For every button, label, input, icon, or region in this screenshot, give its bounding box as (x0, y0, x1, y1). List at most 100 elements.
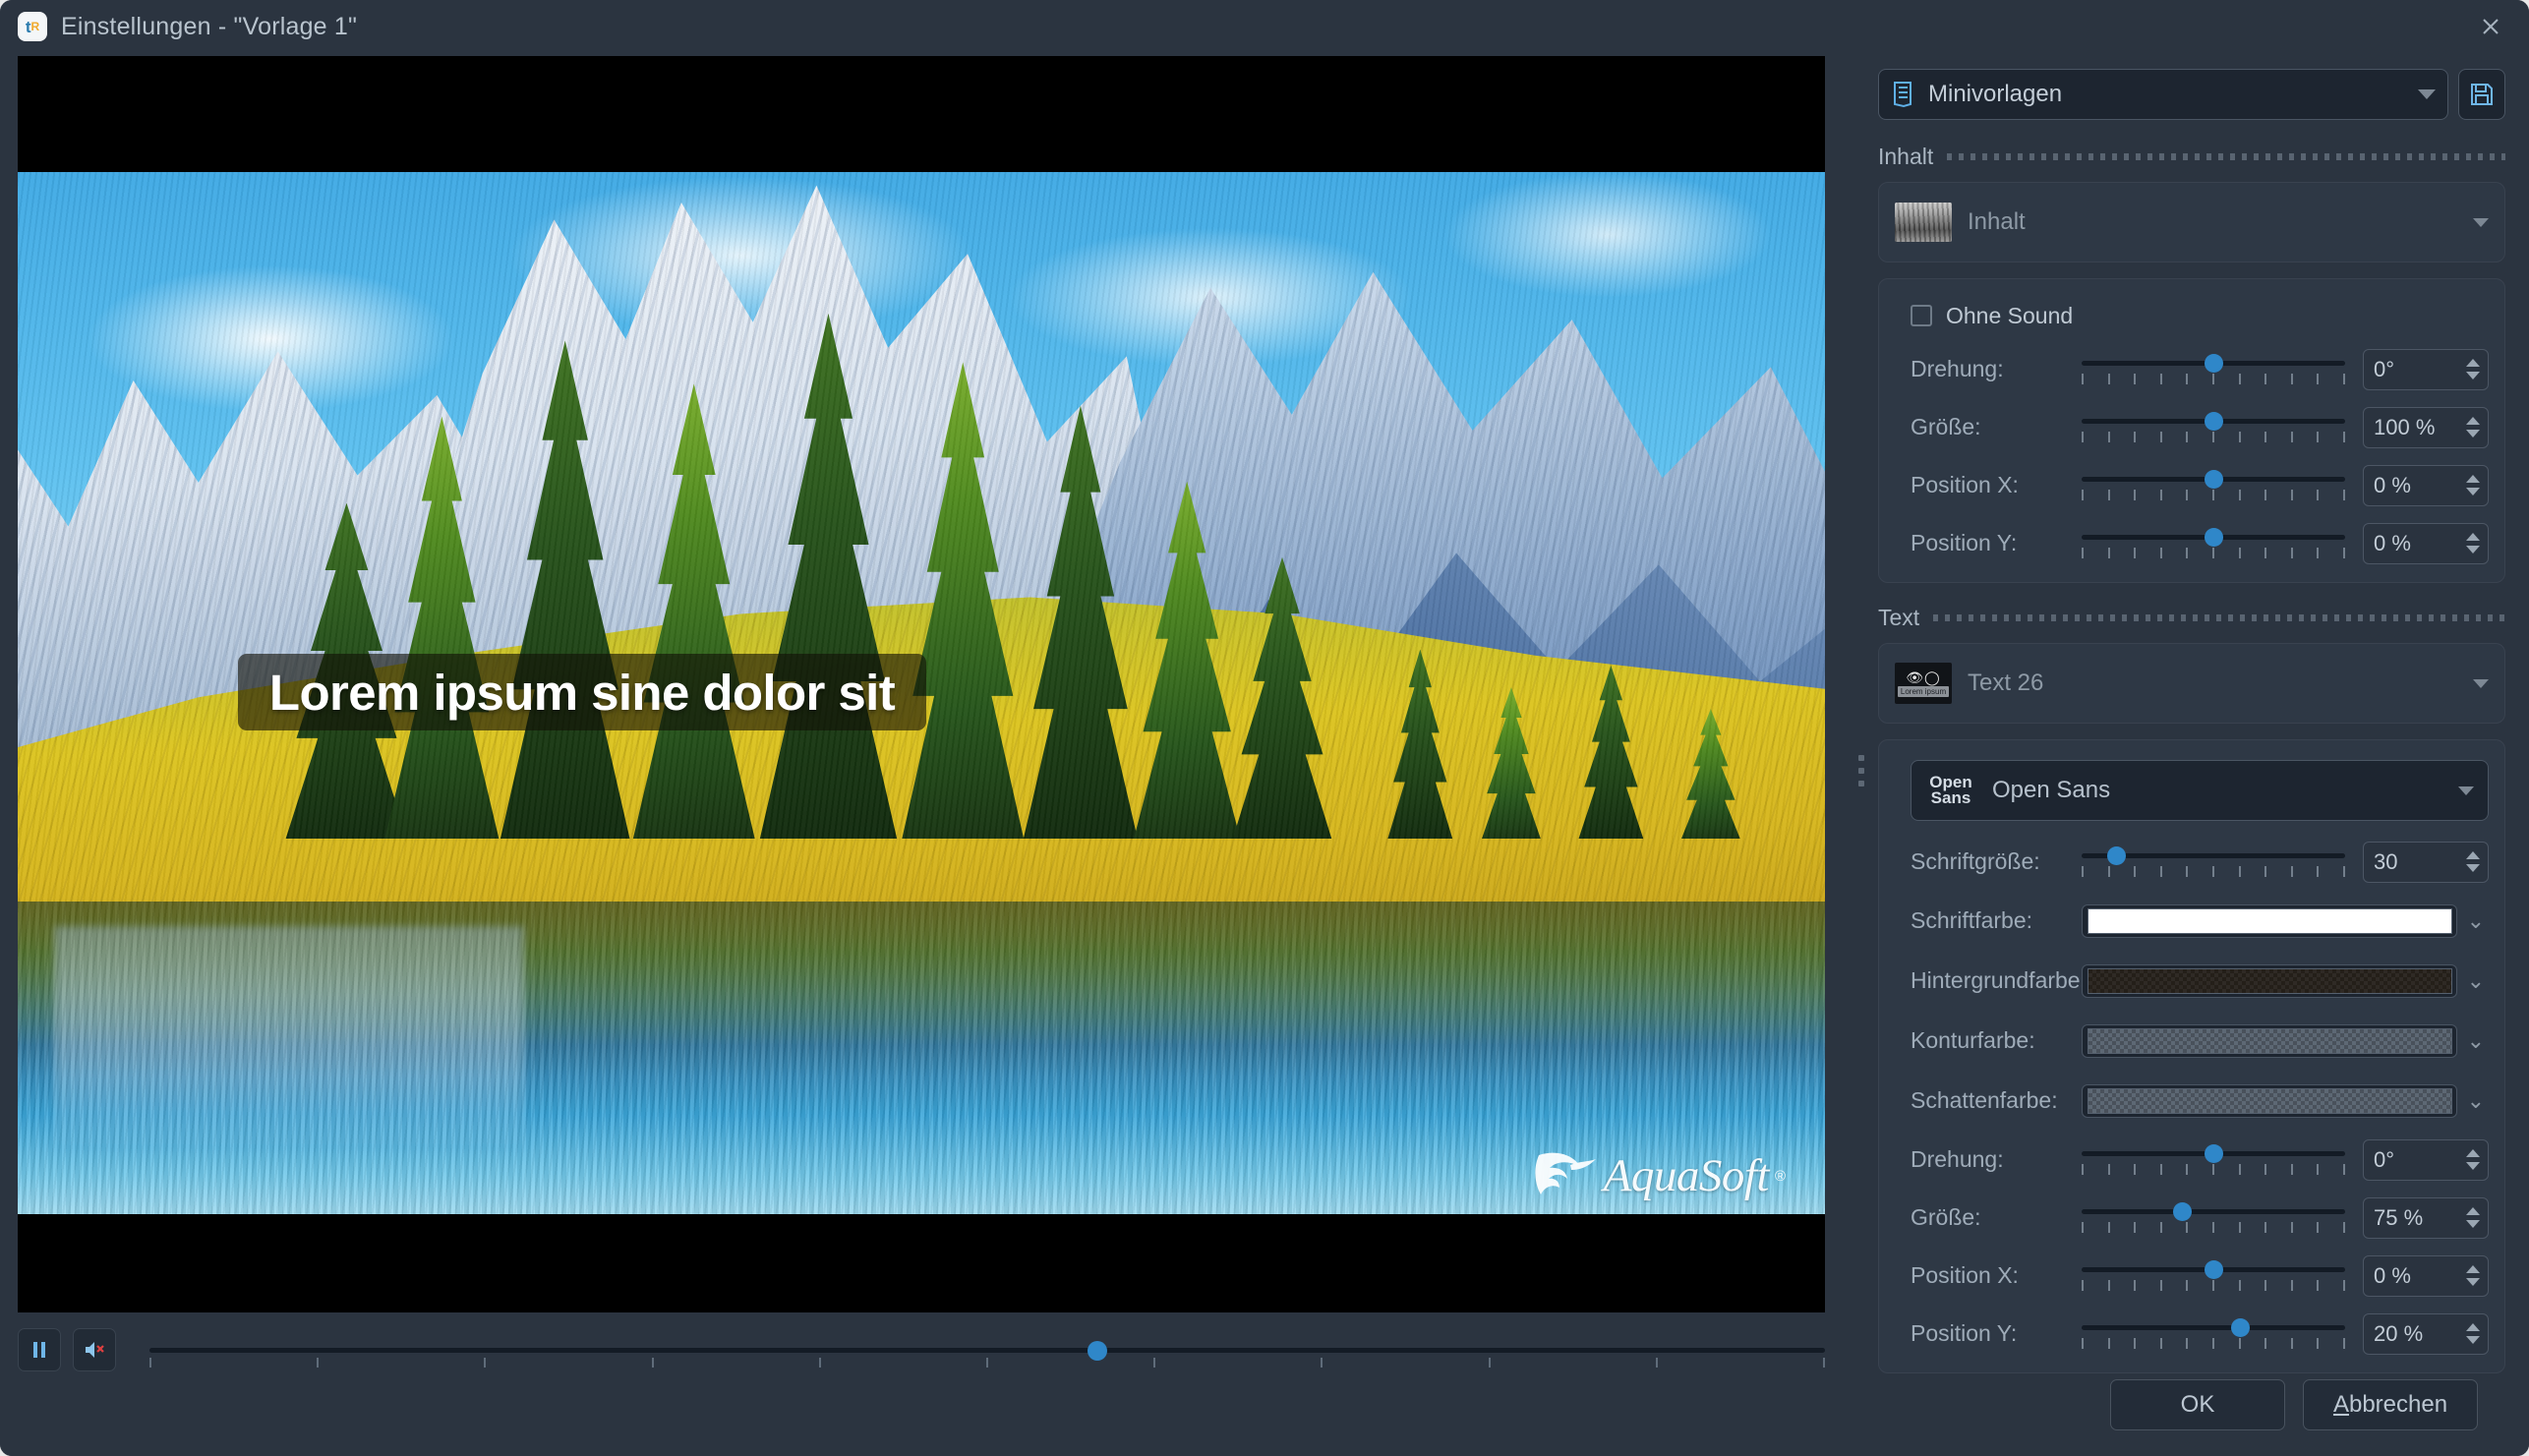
watermark-label: AquaSoft (1603, 1150, 1770, 1201)
spinner-arrows[interactable] (2466, 1323, 2480, 1344)
inhalt-groesse-slider[interactable] (2082, 406, 2345, 449)
drag-handle-icon[interactable] (1858, 755, 1864, 786)
slider-thumb[interactable] (2205, 411, 2223, 431)
schriftgroesse-slider[interactable] (2082, 841, 2345, 884)
text-thumb-caption: Lorem ipsum (1897, 685, 1950, 697)
forest-right (1355, 568, 1789, 840)
hintergrundfarbe-row: Hintergrundfarbe: ⌄ (1895, 951, 2489, 1011)
slider-thumb[interactable] (2205, 1143, 2223, 1163)
window-title: Einstellungen - "Vorlage 1" (61, 12, 358, 40)
spinner-arrows[interactable] (2466, 417, 2480, 437)
text-groesse-slider[interactable] (2082, 1196, 2345, 1240)
chevron-down-icon[interactable] (2473, 217, 2489, 227)
section-divider (1933, 614, 2505, 621)
inhalt-position-y-row: Position Y: 0 % (1895, 514, 2489, 572)
text-position-x-slider[interactable] (2082, 1254, 2345, 1298)
font-preview-icon: Open Sans (1929, 772, 1972, 807)
text-drehung-row: Drehung: 0° (1895, 1131, 2489, 1189)
schattenfarbe-row: Schattenfarbe: ⌄ (1895, 1071, 2489, 1131)
text-position-y-row: Position Y: 20 % (1895, 1305, 2489, 1363)
schriftfarbe-picker[interactable] (2082, 903, 2457, 938)
slider-thumb[interactable] (2172, 1201, 2192, 1221)
scrubber[interactable] (149, 1328, 1825, 1371)
text-overlay[interactable]: Lorem ipsum sine dolor sit (238, 654, 926, 730)
inhalt-item-label: Inhalt (1968, 208, 2026, 235)
spinner-arrows[interactable] (2466, 1149, 2480, 1170)
inhalt-groesse-spinner[interactable]: 100 % (2363, 406, 2489, 448)
slider-thumb[interactable] (2205, 353, 2223, 373)
inhalt-drehung-slider[interactable] (2082, 348, 2345, 391)
text-groesse-value: 75 % (2374, 1204, 2424, 1230)
landscape-thumbnail (1895, 203, 1952, 242)
inhalt-position-x-value: 0 % (2374, 472, 2411, 497)
slider-thumb[interactable] (2205, 527, 2223, 547)
chevron-down-icon[interactable]: ⌄ (2467, 909, 2485, 932)
chevron-down-icon[interactable]: ⌄ (2467, 1029, 2485, 1052)
text-drehung-slider[interactable] (2082, 1138, 2345, 1182)
konturfarbe-label: Konturfarbe: (1911, 1027, 2035, 1053)
color-swatch (2088, 907, 2452, 934)
transport-bar (18, 1312, 1849, 1375)
konturfarbe-picker[interactable] (2082, 1023, 2457, 1058)
ohne-sound-checkbox[interactable]: Ohne Sound (1911, 293, 2489, 338)
chevron-down-icon[interactable] (2473, 678, 2489, 688)
text-controls-group: Open Sans Open Sans Schriftgröße: 30 Sch… (1878, 739, 2505, 1373)
font-dropdown[interactable]: Open Sans Open Sans (1911, 760, 2489, 821)
cancel-accel: A (2332, 1391, 2349, 1418)
scrubber-track (149, 1348, 1825, 1353)
pause-icon[interactable] (18, 1328, 61, 1371)
inhalt-drehung-spinner[interactable]: 0° (2363, 348, 2489, 390)
text-position-y-slider[interactable] (2082, 1312, 2345, 1356)
schattenfarbe-label: Schattenfarbe: (1911, 1087, 2058, 1113)
mute-speaker-icon[interactable] (73, 1328, 116, 1371)
spinner-arrows[interactable] (2466, 475, 2480, 495)
spinner-arrows[interactable] (2466, 1207, 2480, 1228)
text-groesse-spinner[interactable]: 75 % (2363, 1196, 2489, 1239)
inhalt-drehung-value: 0° (2374, 356, 2395, 381)
chevron-down-icon[interactable]: ⌄ (2467, 969, 2485, 992)
hintergrundfarbe-picker[interactable] (2082, 963, 2457, 998)
preview-pane: Lorem ipsum sine dolor sit AquaSoft ® (0, 53, 1849, 1371)
inhalt-drehung-row: Drehung: 0° (1895, 340, 2489, 398)
forest (235, 297, 1356, 840)
cancel-button[interactable]: Abbrechen (2303, 1379, 2478, 1430)
inhalt-position-y-slider[interactable] (2082, 522, 2345, 565)
minivorlagen-label: Minivorlagen (1928, 81, 2063, 107)
text-position-x-spinner[interactable]: 0 % (2363, 1254, 2489, 1297)
inhalt-position-y-spinner[interactable]: 0 % (2363, 522, 2489, 564)
schattenfarbe-picker[interactable] (2082, 1083, 2457, 1118)
hintergrundfarbe-label: Hintergrundfarbe: (1911, 967, 2087, 993)
video-preview[interactable]: Lorem ipsum sine dolor sit AquaSoft ® (18, 56, 1825, 1312)
schriftgroesse-value: 30 (2374, 848, 2398, 874)
slider-thumb[interactable] (2230, 1317, 2250, 1337)
inhalt-drehung-label: Drehung: (1911, 356, 2004, 381)
inhalt-item[interactable]: Inhalt (1895, 191, 2489, 254)
text-overlay-label: Lorem ipsum sine dolor sit (268, 664, 896, 721)
slider-thumb[interactable] (2205, 469, 2223, 489)
section-title-inhalt: Inhalt (1878, 144, 1934, 169)
chevron-down-icon[interactable]: ⌄ (2467, 1089, 2485, 1112)
text-position-x-row: Position X: 0 % (1895, 1247, 2489, 1305)
minivorlagen-dropdown[interactable]: Minivorlagen (1878, 69, 2448, 120)
template-list-icon (1894, 82, 1911, 108)
dialog-footer: OK Abbrechen (0, 1371, 2529, 1456)
close-icon[interactable] (2452, 0, 2529, 53)
section-header-inhalt: Inhalt (1878, 144, 2505, 170)
save-disk-icon[interactable] (2458, 69, 2505, 120)
inhalt-position-x-slider[interactable] (2082, 464, 2345, 507)
spinner-arrows[interactable] (2466, 533, 2480, 553)
ok-button[interactable]: OK (2110, 1379, 2285, 1430)
spinner-arrows[interactable] (2466, 359, 2480, 379)
spinner-arrows[interactable] (2466, 1265, 2480, 1286)
text-position-y-spinner[interactable]: 20 % (2363, 1312, 2489, 1355)
spinner-arrows[interactable] (2466, 851, 2480, 872)
schriftgroesse-row: Schriftgröße: 30 (1895, 833, 2489, 891)
schriftgroesse-spinner[interactable]: 30 (2363, 841, 2489, 883)
text-item[interactable]: 👁◯ Lorem ipsum Text 26 (1895, 652, 2489, 715)
slider-thumb[interactable] (2205, 1259, 2223, 1279)
inhalt-position-x-spinner[interactable]: 0 % (2363, 464, 2489, 506)
slider-thumb[interactable] (2106, 845, 2126, 865)
konturfarbe-row: Konturfarbe: ⌄ (1895, 1011, 2489, 1071)
text-drehung-spinner[interactable]: 0° (2363, 1138, 2489, 1181)
chevron-down-icon (2458, 786, 2474, 795)
